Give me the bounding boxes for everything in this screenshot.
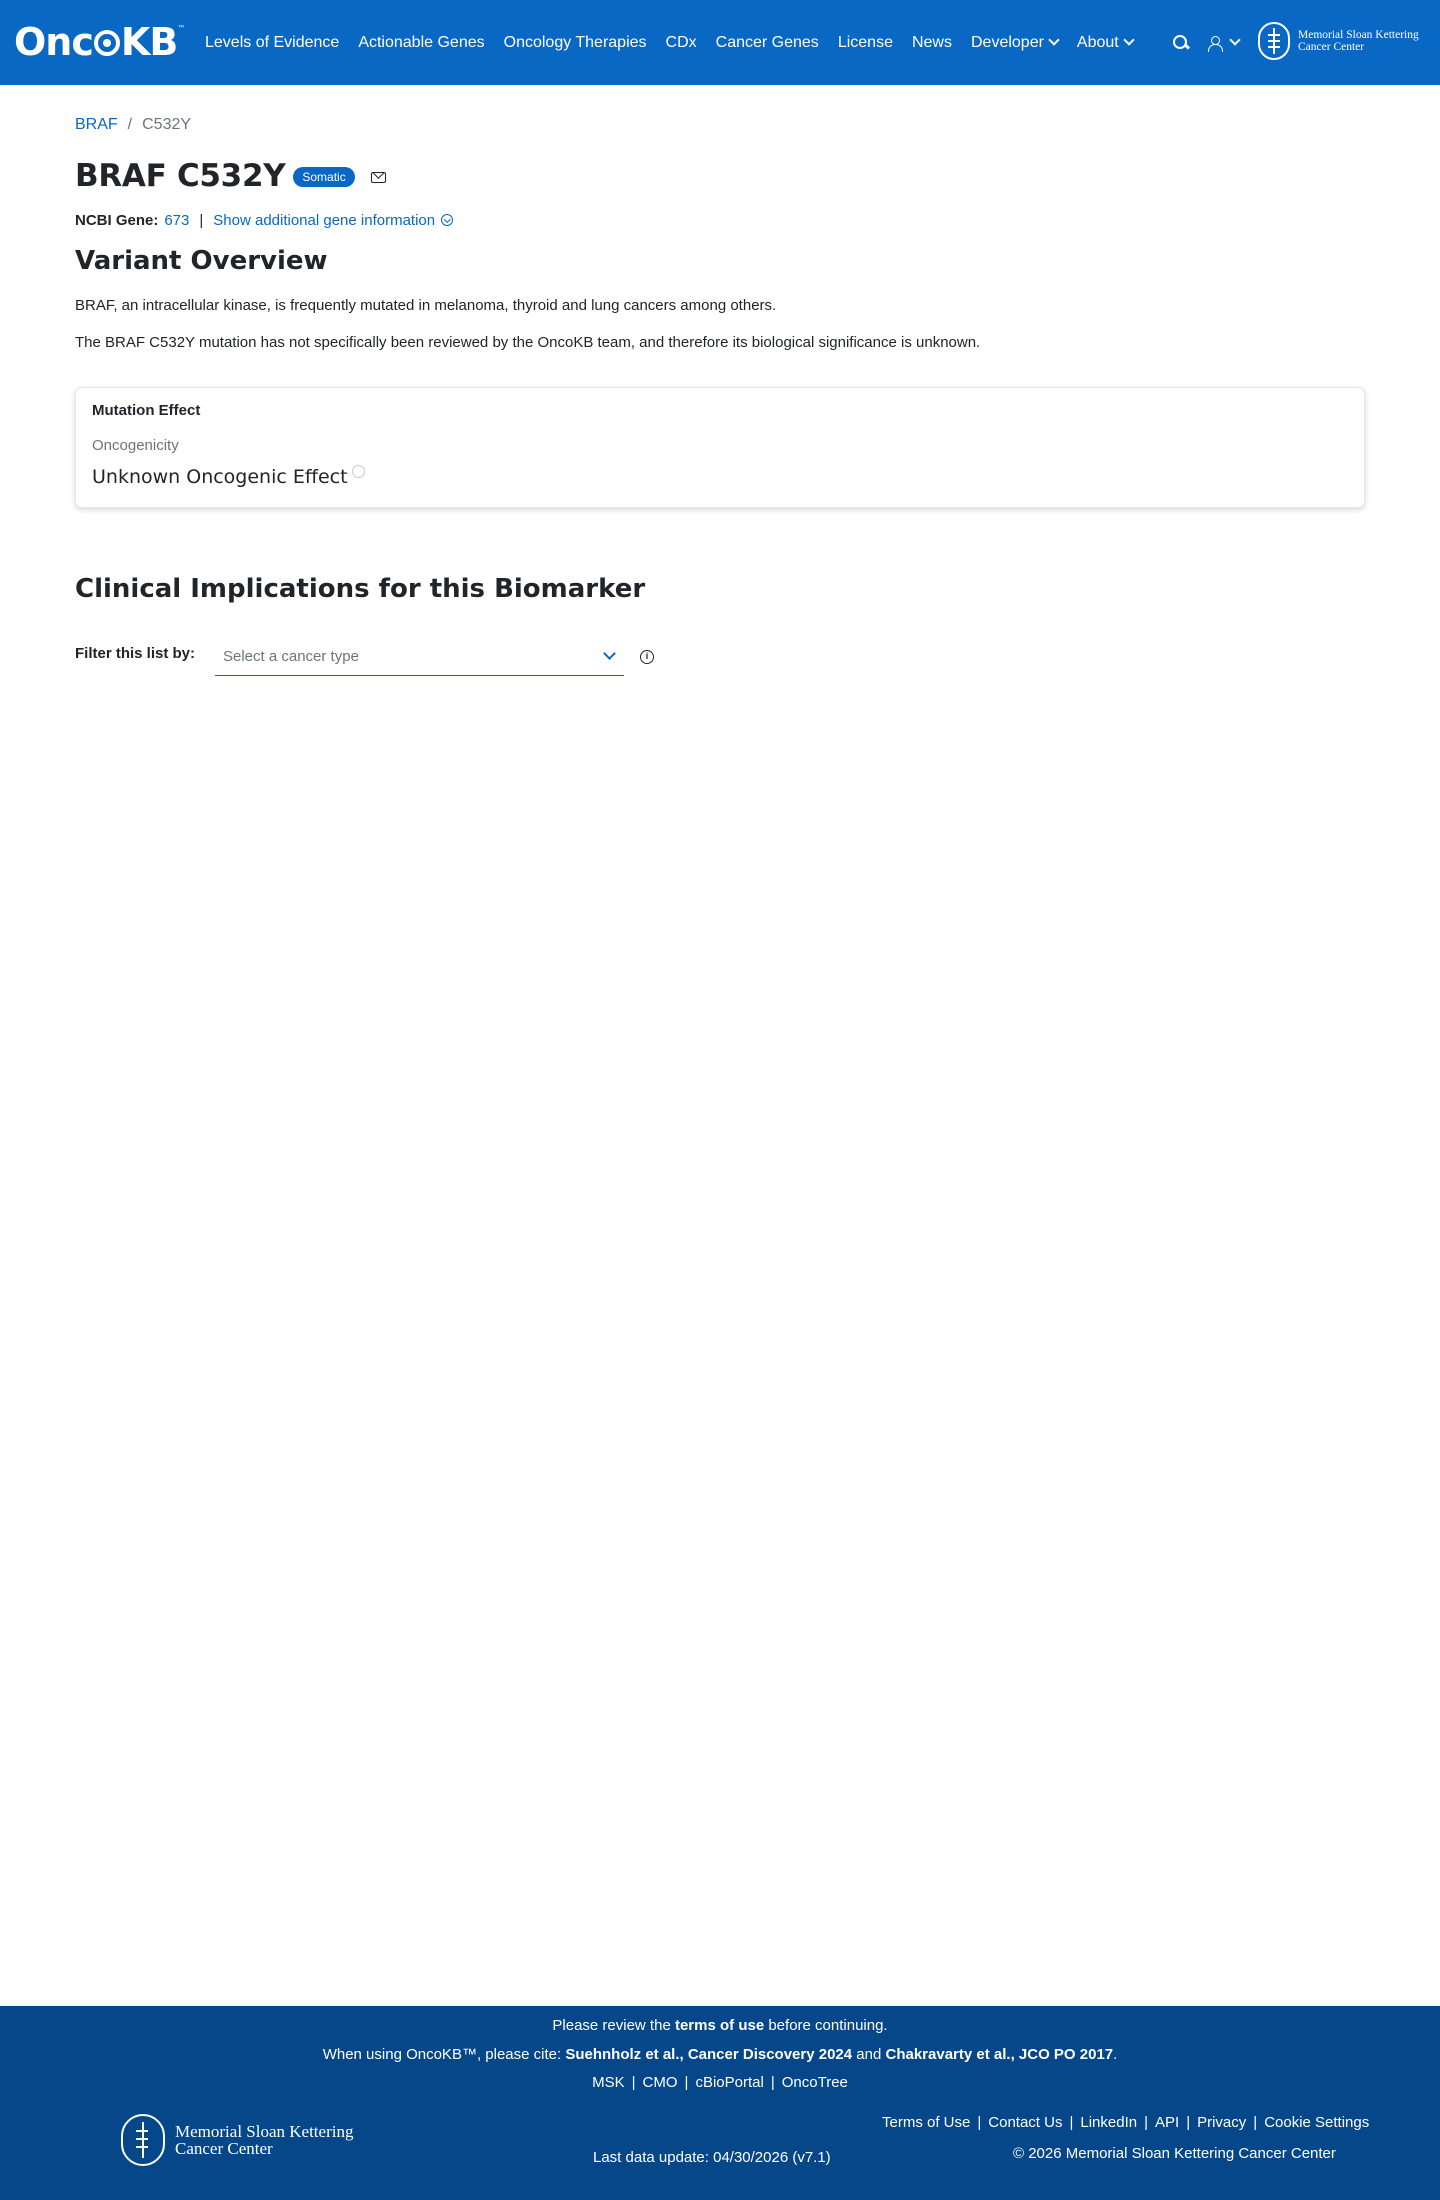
- ncbi-gene-label: NCBI Gene:: [75, 212, 159, 229]
- cancer-type-select[interactable]: Select a cancer type: [215, 639, 624, 676]
- msk-logo-text: Memorial Sloan Kettering Cancer Center: [1298, 29, 1419, 53]
- title-row: BRAF C532Y Somatic: [75, 158, 386, 194]
- mutation-effect-card: Mutation Effect Oncogenicity Unknown Onc…: [75, 387, 1365, 508]
- oncokb-logo[interactable]: Onc KB ™: [14, 20, 185, 64]
- chevron-circle-down-icon: [441, 214, 454, 226]
- citation-end: .: [1113, 2046, 1118, 2063]
- nav-levels-of-evidence[interactable]: Levels of Evidence: [205, 34, 339, 52]
- citation-pre: When using OncoKB™, please cite:: [322, 2046, 566, 2063]
- nav-oncology-therapies[interactable]: Oncology Therapies: [504, 34, 647, 52]
- footer-link-oncotree[interactable]: OncoTree: [782, 2074, 848, 2091]
- terms-of-use-link[interactable]: terms of use: [675, 2017, 764, 2034]
- gene-info-row: NCBI Gene: 673 | Show additional gene in…: [75, 212, 454, 229]
- breadcrumb-gene-link[interactable]: BRAF: [75, 116, 118, 134]
- terms-notice: Please review the terms of use before co…: [0, 2017, 1440, 2034]
- copyright: © 2026 Memorial Sloan Kettering Cancer C…: [1013, 2145, 1336, 2162]
- chevron-down-icon[interactable]: [1229, 33, 1241, 46]
- citation-and: and: [852, 2046, 886, 2063]
- cancer-type-placeholder: Select a cancer type: [223, 648, 359, 665]
- nav-about-label: About: [1076, 33, 1119, 51]
- chevron-down-icon: [1123, 33, 1135, 46]
- nav-actionable-genes[interactable]: Actionable Genes: [358, 34, 484, 52]
- msk-emblem-icon: [1258, 22, 1290, 60]
- nav-icon-group: [1172, 0, 1241, 85]
- citation-suehnholz[interactable]: Suehnholz et al., Cancer Discovery 2024: [565, 2046, 852, 2063]
- breadcrumb-variant: C532Y: [142, 116, 192, 133]
- clinical-implications-title: Clinical Implications for this Biomarker: [75, 574, 646, 604]
- terms-notice-pre: Please review the: [552, 2017, 675, 2034]
- citation-chakravarty[interactable]: Chakravarty et al., JCO PO 2017: [886, 2046, 1114, 2063]
- mutation-effect-title: Mutation Effect: [92, 402, 201, 419]
- last-data-update: Last data update: 04/30/2026 (v7.1): [593, 2149, 831, 2166]
- logo-text-post: KB: [120, 20, 178, 64]
- footer-linkedin[interactable]: LinkedIn: [1080, 2114, 1137, 2131]
- oncogenicity-value: Unknown Oncogenic Effect: [92, 466, 348, 488]
- variant-summary: The BRAF C532Y mutation has not specific…: [75, 334, 981, 351]
- nav-news[interactable]: News: [912, 34, 952, 52]
- somatic-badge: Somatic: [293, 167, 355, 187]
- top-navbar: Onc KB ™ Levels of Evidence Actionable G…: [0, 0, 1440, 85]
- search-icon[interactable]: [1172, 34, 1190, 52]
- footer: Please review the terms of use before co…: [0, 2006, 1440, 2200]
- ncbi-gene-link[interactable]: 673: [164, 212, 189, 229]
- logo-trademark: ™: [177, 23, 186, 33]
- footer-legal-links: Terms of Use | Contact Us | LinkedIn | API |…: [882, 2114, 1370, 2131]
- chevron-down-icon: [1048, 33, 1060, 46]
- terms-notice-post: before continuing.: [764, 2017, 888, 2034]
- breadcrumb-separator: /: [127, 116, 133, 133]
- footer-msk-line-1: Memorial Sloan Kettering: [175, 2122, 354, 2141]
- variant-overview-title: Variant Overview: [75, 246, 328, 276]
- footer-msk-logo[interactable]: Memorial Sloan Kettering Cancer Center: [121, 2114, 353, 2166]
- user-icon[interactable]: [1208, 35, 1223, 52]
- breadcrumb: BRAF / C532Y: [75, 116, 191, 134]
- chevron-down-icon: [603, 647, 616, 660]
- footer-msk-text: Memorial Sloan Kettering Cancer Center: [175, 2123, 353, 2157]
- info-icon[interactable]: i: [640, 650, 654, 664]
- nav-developer-dropdown[interactable]: Developer: [970, 33, 1060, 52]
- unknown-oncogenic-icon: [351, 465, 365, 478]
- msk-emblem-icon: [121, 2114, 165, 2166]
- nav-license[interactable]: License: [838, 34, 893, 52]
- gene-summary: BRAF, an intracellular kinase, is freque…: [75, 297, 777, 314]
- show-gene-info-label: Show additional gene information: [213, 212, 436, 229]
- msk-logo[interactable]: Memorial Sloan Kettering Cancer Center: [1258, 22, 1419, 60]
- logo-o-icon: [93, 30, 120, 56]
- footer-cookie-settings[interactable]: Cookie Settings: [1264, 2114, 1369, 2131]
- msk-line-2: Cancer Center: [1298, 41, 1365, 53]
- footer-terms-of-use[interactable]: Terms of Use: [882, 2114, 970, 2131]
- filter-label: Filter this list by:: [75, 645, 196, 662]
- footer-partner-links: MSK | CMO | cBioPortal | OncoTree: [592, 2074, 848, 2091]
- footer-link-cmo[interactable]: CMO: [643, 2074, 678, 2091]
- oncogenicity-value-row: Unknown Oncogenic Effect: [92, 465, 365, 488]
- footer-link-cbioportal[interactable]: cBioPortal: [695, 2074, 763, 2091]
- msk-line-1: Memorial Sloan Kettering: [1298, 29, 1419, 41]
- oncogenicity-label: Oncogenicity: [92, 437, 179, 454]
- mail-icon[interactable]: [370, 171, 386, 183]
- logo-text-pre: Onc: [14, 20, 94, 64]
- footer-api[interactable]: API: [1155, 2114, 1179, 2131]
- nav-cdx[interactable]: CDx: [666, 34, 697, 52]
- gene-info-separator: |: [199, 212, 204, 229]
- footer-privacy[interactable]: Privacy: [1197, 2114, 1246, 2131]
- page-title: BRAF C532Y: [75, 158, 286, 194]
- citation-notice: When using OncoKB™, please cite: Suehnho…: [0, 2046, 1440, 2063]
- footer-link-msk[interactable]: MSK: [592, 2074, 625, 2091]
- show-gene-info-toggle[interactable]: Show additional gene information: [213, 212, 454, 229]
- footer-msk-line-2: Cancer Center: [175, 2139, 273, 2158]
- nav-developer-label: Developer: [970, 33, 1044, 51]
- nav-about-dropdown[interactable]: About: [1076, 33, 1135, 52]
- main-nav: Levels of Evidence Actionable Genes Onco…: [205, 0, 1152, 85]
- footer-contact-us[interactable]: Contact Us: [988, 2114, 1062, 2131]
- nav-cancer-genes[interactable]: Cancer Genes: [716, 34, 819, 52]
